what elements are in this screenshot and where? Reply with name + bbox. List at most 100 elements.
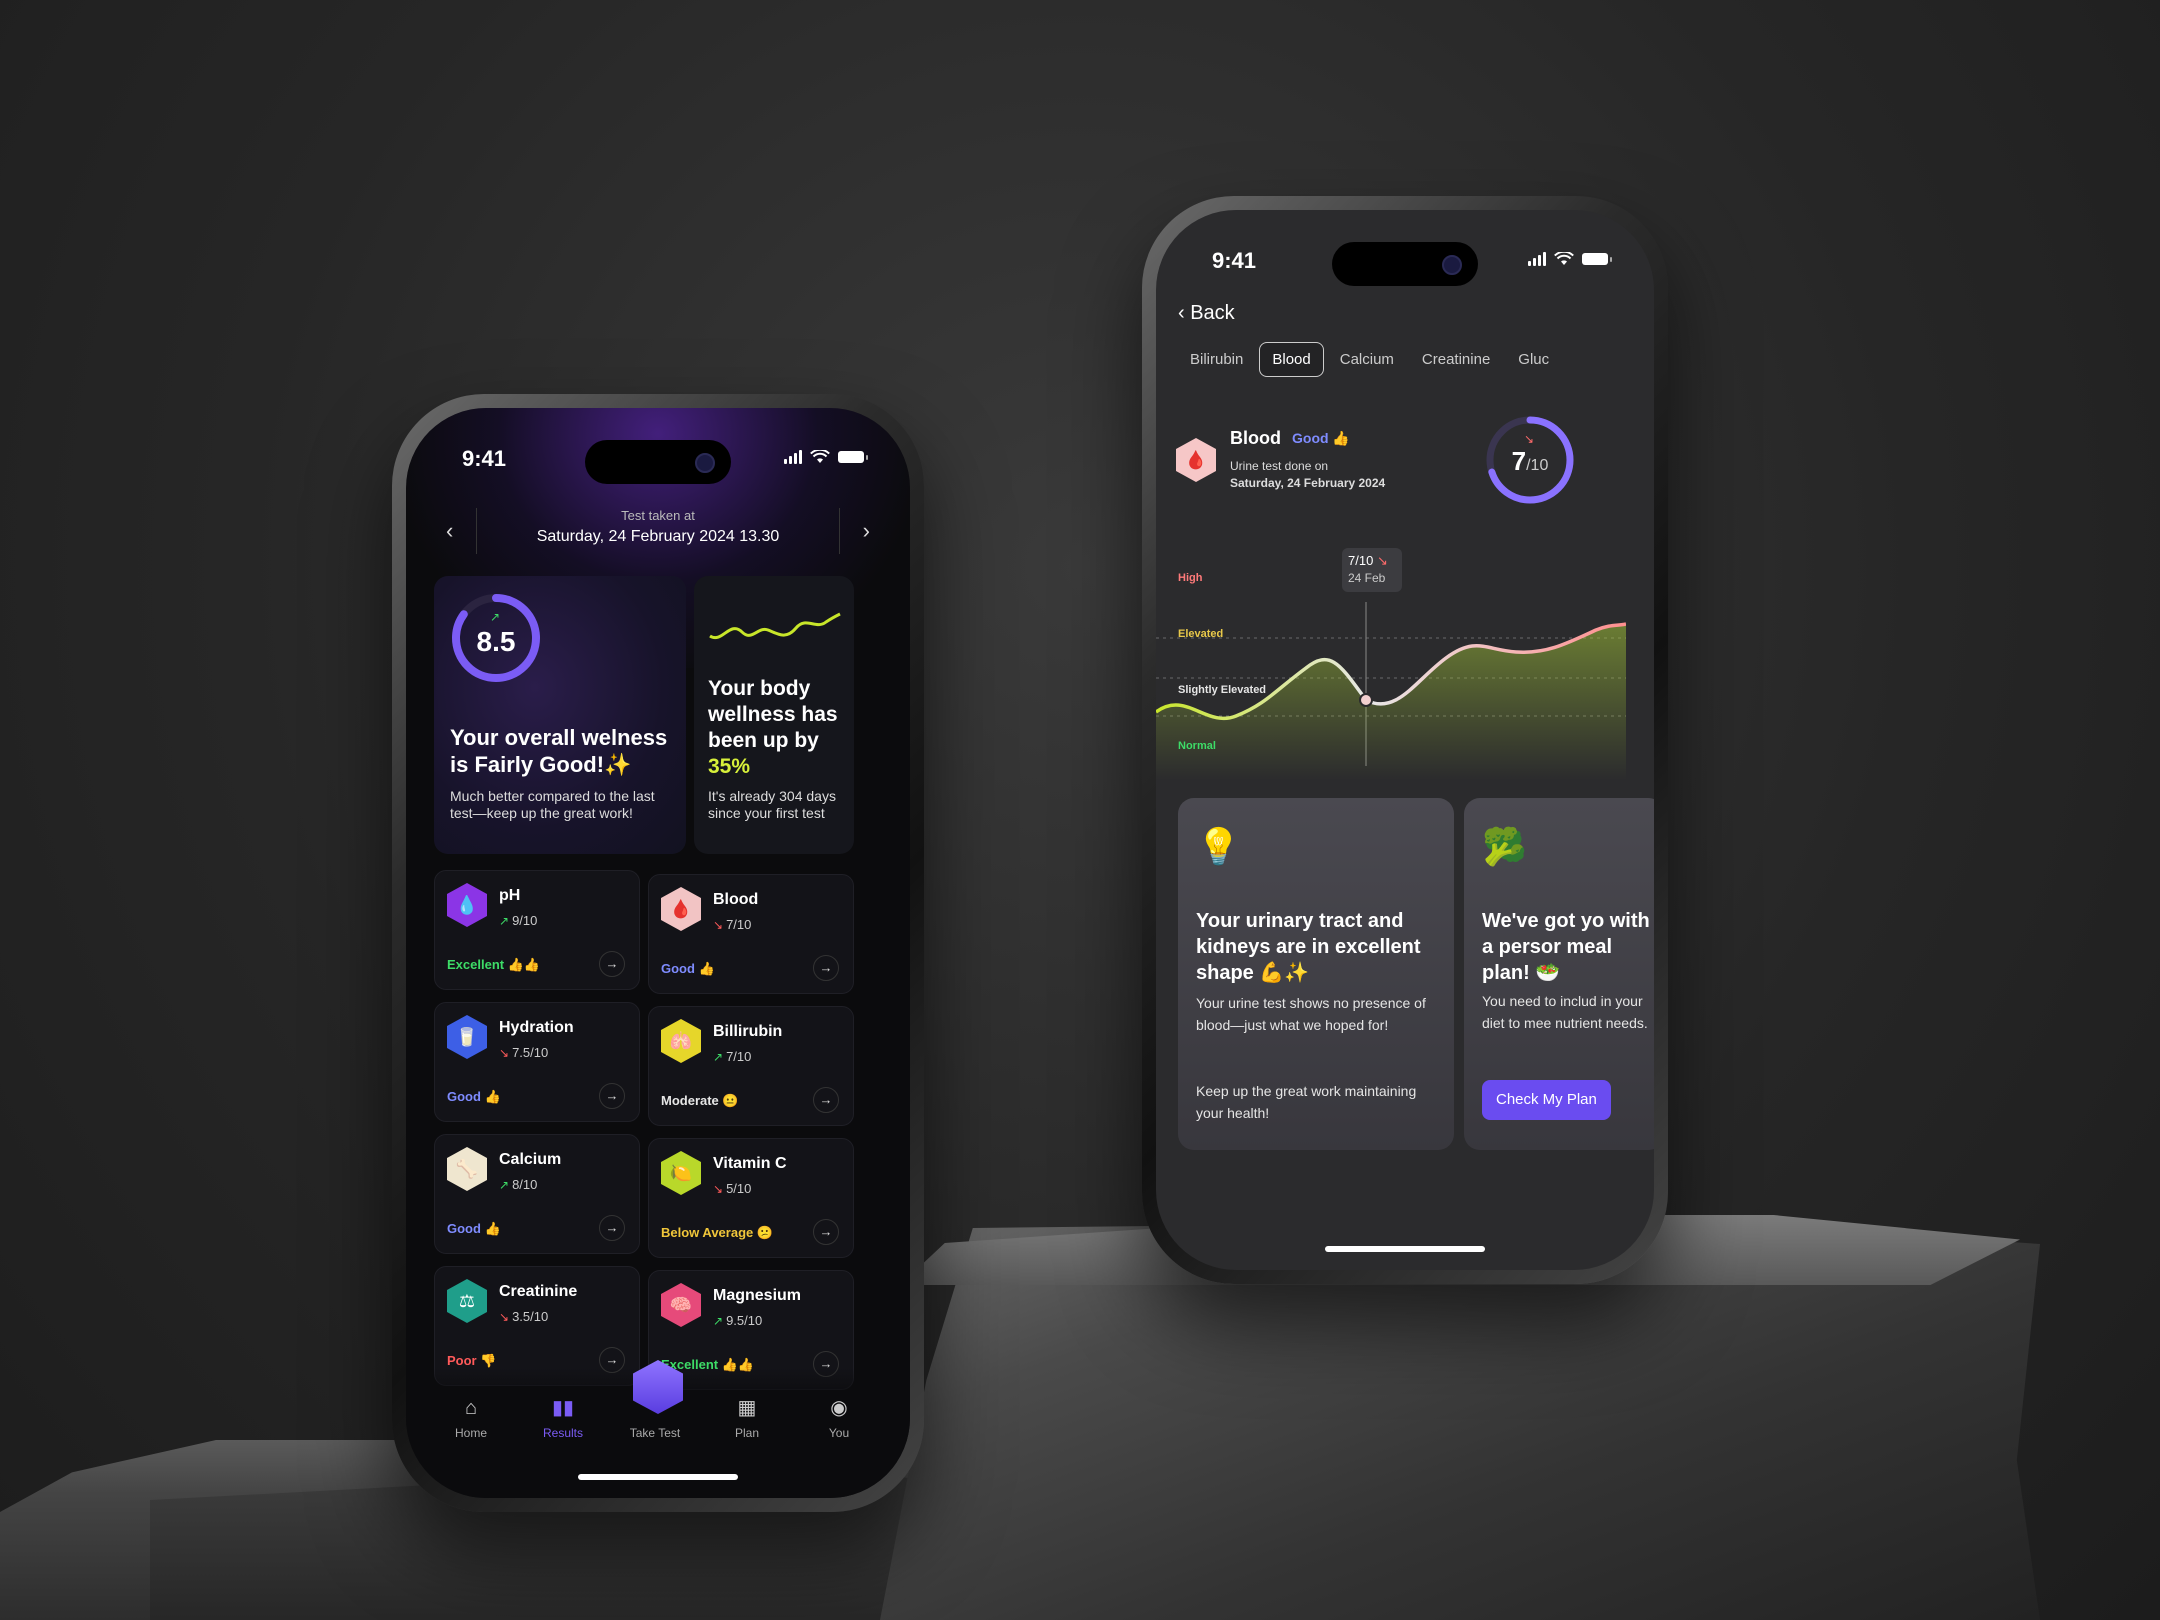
metric-status: Good 👍 <box>661 961 715 976</box>
metric-name: pH <box>499 887 521 904</box>
trend-down-icon: ↘ <box>1376 553 1388 568</box>
date-selector: ‹ Test taken at Saturday, 24 February 20… <box>406 508 910 558</box>
status-bar: 9:41 <box>1156 242 1654 288</box>
bone-icon: 🦴 <box>447 1147 487 1191</box>
metric-name: Vitamin C <box>713 1155 787 1172</box>
produce-basket-icon: 🥦 <box>1482 826 1527 867</box>
phone-results: 9:41 ‹ Test taken at Saturday, 24 Februa… <box>392 394 924 1512</box>
metric-score: ↘ 3.5/10 <box>499 1309 549 1324</box>
overall-score-value: 8.5 <box>476 626 516 657</box>
back-button[interactable]: ‹ Back <box>1178 302 1235 325</box>
metric-score: ↘ 5/10 <box>713 1181 752 1196</box>
signal-icon <box>784 450 802 464</box>
chip-blood[interactable]: Blood <box>1259 342 1324 377</box>
bar-chart-icon: ▮▮ <box>551 1397 574 1419</box>
check-my-plan-button[interactable]: Check My Plan <box>1482 1080 1611 1120</box>
metric-chip-tabs: Bilirubin Blood Calcium Creatinine Gluc <box>1178 342 1654 382</box>
status-icons <box>784 450 868 464</box>
insight-title: Your urinary tract and kidneys are in ex… <box>1196 910 1421 984</box>
tab-you[interactable]: ◉ You <box>804 1395 874 1440</box>
dynamic-island <box>1332 242 1478 286</box>
insight-body-2: Keep up the great work maintaining your … <box>1196 1083 1417 1121</box>
metric-status: Good 👍 <box>447 1089 501 1104</box>
divider <box>839 508 840 554</box>
battery-icon <box>838 451 868 463</box>
blood-status-badge: Good 👍 <box>1292 430 1350 446</box>
level-label-normal: Normal <box>1178 740 1216 752</box>
metric-card-ph[interactable]: 💧 pH ↗ 9/10 Excellent 👍👍 → <box>434 870 640 990</box>
citrus-icon: 🍋 <box>661 1151 701 1195</box>
overall-score-ring: ↗ 8.5 <box>450 592 542 684</box>
test-taken-label: Test taken at <box>621 508 695 523</box>
blood-drop-icon: 🩸 <box>661 887 701 931</box>
next-date-chevron-icon[interactable]: › <box>863 518 870 544</box>
metric-card-hydration[interactable]: 🥛 Hydration ↘ 7.5/10 Good 👍 → <box>434 1002 640 1122</box>
scale-icon: ⚖ <box>447 1279 487 1323</box>
arrow-right-icon[interactable]: → <box>599 1215 625 1241</box>
tab-results[interactable]: ▮▮ Results <box>528 1395 598 1440</box>
insight-body: Your urine test shows no presence of blo… <box>1196 995 1426 1033</box>
wellness-title: Your body wellness has been up by 35% <box>708 677 838 778</box>
insight-card-kidneys[interactable]: 💡 Your urinary tract and kidneys are in … <box>1178 798 1454 1150</box>
arrow-right-icon[interactable]: → <box>599 1083 625 1109</box>
metric-name: Creatinine <box>499 1283 578 1300</box>
wifi-icon <box>1554 252 1574 265</box>
metric-name: Billirubin <box>713 1023 783 1040</box>
ph-drop-icon: 💧 <box>447 883 487 927</box>
wellness-desc: It's already 304 days since your first t… <box>708 788 836 821</box>
tab-home[interactable]: ⌂ Home <box>436 1397 506 1440</box>
arrow-right-icon[interactable]: → <box>813 955 839 981</box>
tab-bar: ⌂ Home ▮▮ Results Take Test ▦ Plan ◉ You <box>406 1360 910 1498</box>
meal-plan-title: We've got yo with a persor meal plan! 🥗 <box>1482 910 1650 984</box>
take-test-hex-icon <box>620 1397 690 1420</box>
trend-up-icon: ↗ <box>713 1314 724 1328</box>
wellness-trend-card[interactable]: Your body wellness has been up by 35% It… <box>694 576 854 854</box>
phone-blood-detail: 9:41 ‹ Back Bilirubin Blood Calcium Creatin… <box>1142 196 1668 1284</box>
metric-card-billirubin[interactable]: 🫁 Billirubin ↗ 7/10 Moderate 😐 → <box>648 1006 854 1126</box>
metric-score: ↗ 9/10 <box>499 913 538 928</box>
trend-down-icon: ↘ <box>499 1046 510 1060</box>
metric-card-vitamin-c[interactable]: 🍋 Vitamin C ↘ 5/10 Below Average 😕 → <box>648 1138 854 1258</box>
metric-card-blood[interactable]: 🩸 Blood ↘ 7/10 Good 👍 → <box>648 874 854 994</box>
trend-up-icon: ↗ <box>499 914 510 928</box>
blood-score-value: 7/10 <box>1511 446 1549 476</box>
overall-title: Your overall welness is Fairly Good!✨ <box>450 725 668 777</box>
camera-icon <box>695 453 715 473</box>
chart-tooltip: 7/10 ↘ 24 Feb <box>1342 548 1402 592</box>
trend-down-icon: ↘ <box>499 1310 510 1324</box>
wellness-wave-sparkline <box>709 612 841 640</box>
metric-score: ↗ 7/10 <box>713 1049 752 1064</box>
metric-score: ↘ 7.5/10 <box>499 1045 549 1060</box>
chip-gluc[interactable]: Gluc <box>1506 343 1561 376</box>
tab-take-test[interactable]: Take Test <box>620 1397 690 1440</box>
trend-down-icon: ↘ <box>1524 432 1535 446</box>
overall-desc: Much better compared to the last test—ke… <box>450 788 655 821</box>
status-time: 9:41 <box>462 446 507 471</box>
arrow-right-icon[interactable]: → <box>813 1087 839 1113</box>
metric-status: Good 👍 <box>447 1221 501 1236</box>
insight-card-meal-plan[interactable]: 🥦 We've got yo with a persor meal plan! … <box>1464 798 1654 1150</box>
trend-down-icon: ↘ <box>713 1182 724 1196</box>
current-point-marker[interactable] <box>1359 693 1373 707</box>
blood-test-date: Saturday, 24 February 2024 <box>1230 476 1386 490</box>
blood-subtitle: Urine test done on Saturday, 24 February … <box>1230 459 1386 490</box>
level-label-elevated: Elevated <box>1178 628 1224 640</box>
test-date: Saturday, 24 February 2024 13.30 <box>536 528 780 545</box>
chip-bilirubin[interactable]: Bilirubin <box>1178 343 1255 376</box>
metric-status: Below Average 😕 <box>661 1225 774 1240</box>
arrow-right-icon[interactable]: → <box>813 1219 839 1245</box>
water-glass-icon: 🥛 <box>447 1015 487 1059</box>
chip-calcium[interactable]: Calcium <box>1328 343 1406 376</box>
arrow-right-icon[interactable]: → <box>599 951 625 977</box>
chip-creatinine[interactable]: Creatinine <box>1410 343 1502 376</box>
metric-name: Calcium <box>499 1151 562 1168</box>
blood-title: Blood <box>1230 428 1281 448</box>
metric-card-calcium[interactable]: 🦴 Calcium ↗ 8/10 Good 👍 → <box>434 1134 640 1254</box>
trend-up-icon: ↗ <box>499 1178 510 1192</box>
chevron-left-icon: ‹ <box>1178 302 1191 324</box>
tab-plan[interactable]: ▦ Plan <box>712 1395 782 1440</box>
user-icon: ◉ <box>830 1397 848 1419</box>
overall-score-card[interactable]: ↗ 8.5 Your overall welness is Fairly Goo… <box>434 576 686 854</box>
brain-icon: 🧠 <box>661 1283 701 1327</box>
trend-down-icon: ↘ <box>713 918 724 932</box>
